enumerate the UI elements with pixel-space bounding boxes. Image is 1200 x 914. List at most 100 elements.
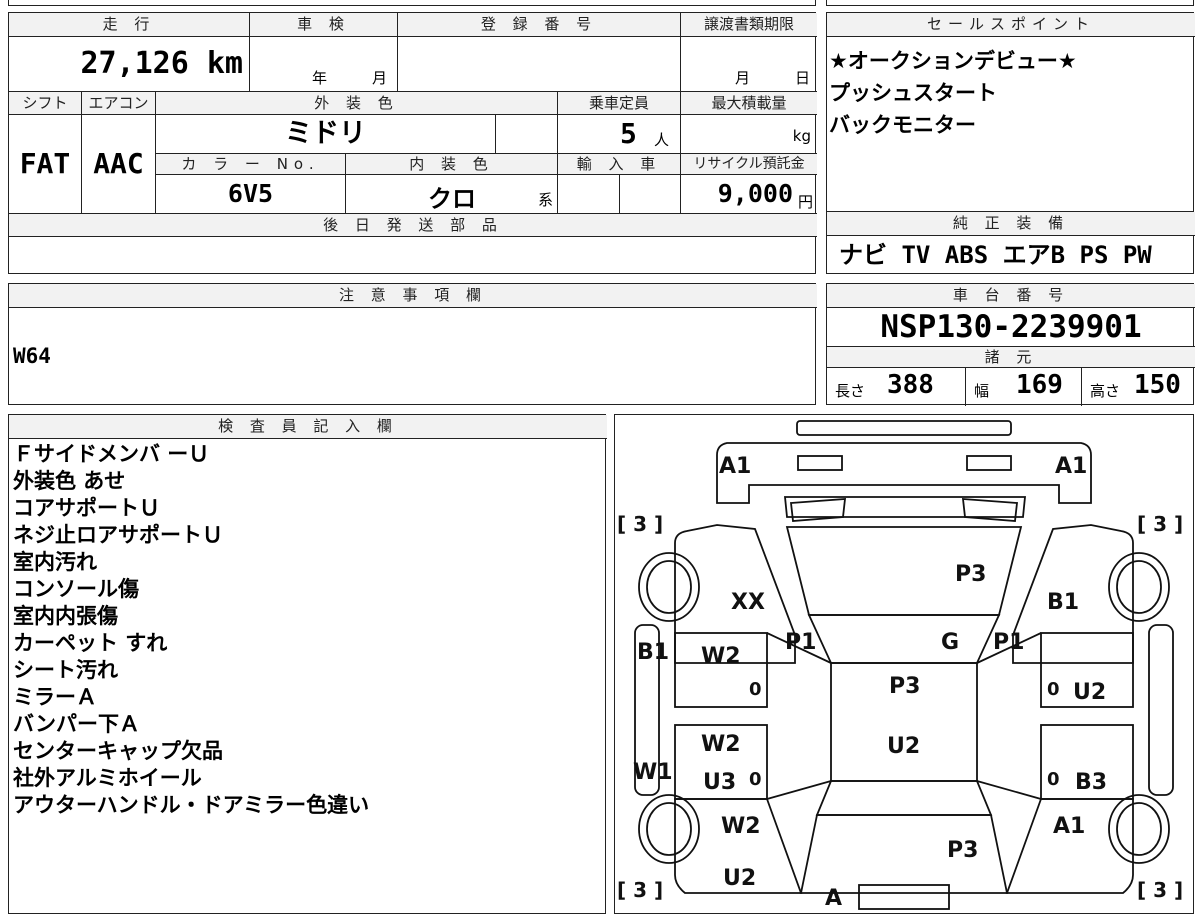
top-stub-right: [826, 0, 1194, 6]
transfer-day: 日: [795, 69, 811, 87]
chassis-box: 車 台 番 号 NSP130-2239901 諸 元 長さ 388 幅 169 …: [826, 283, 1195, 406]
inspector-line: コアサポートＵ: [13, 496, 160, 520]
max-load-header: 最大積載量: [680, 91, 817, 115]
equipment-items: ナビ TV ABS エアB PS PW: [839, 241, 1152, 269]
ac-value: AAC: [81, 115, 155, 213]
transfer-header: 譲渡書類期限: [680, 13, 817, 37]
mark-zero-2: 0: [1047, 679, 1060, 700]
shift-header: シフト: [9, 91, 81, 115]
width-label: 幅: [974, 382, 990, 400]
windshield: [807, 614, 1001, 664]
max-load-value-cell: kg: [680, 115, 817, 153]
shift-value: FAT: [19, 147, 71, 180]
inspector-line: コンソール傷: [13, 577, 139, 601]
equipment-box: 純 正 装 備 ナビ TV ABS エアB PS PW: [826, 212, 1195, 274]
mark-p1-left: P1: [785, 630, 816, 655]
inspector-line: シート汚れ: [13, 658, 118, 682]
sales-header: セールスポイント: [827, 13, 1195, 37]
length-label: 長さ: [835, 382, 866, 400]
front-bumper: [716, 442, 1092, 504]
inspector-list: Ｆサイドメンバ ーＵ 外装色 あせ コアサポートＵ ネジ止ロアサポートＵ 室内汚…: [13, 441, 603, 881]
mark-w2-rear: W2: [721, 814, 761, 839]
height-label: 高さ: [1090, 382, 1121, 400]
notes-text: W64: [13, 344, 51, 368]
import-value-a: [557, 175, 619, 213]
ac-header: エアコン: [81, 91, 155, 115]
ext-color-header: 外 装 色: [155, 91, 557, 115]
mark-b3: B3: [1075, 770, 1107, 795]
wheel-rear-left: [638, 794, 700, 864]
sales-line: プッシュスタート: [829, 81, 997, 105]
mark-w1: W1: [633, 760, 673, 785]
mark-b1-right: B1: [1047, 590, 1079, 615]
chassis-header: 車 台 番 号: [827, 284, 1195, 308]
mark-a1-right: A1: [1055, 454, 1087, 479]
inspector-line: 室内内張傷: [13, 604, 118, 628]
year-unit: 年: [312, 69, 328, 87]
inspector-box: 検 査 員 記 入 欄 Ｆサイドメンバ ーＵ 外装色 あせ コアサポートＵ ネジ…: [8, 414, 607, 914]
height-cell: 高さ 150: [1081, 368, 1195, 406]
inspection-header: 車 検: [249, 13, 397, 37]
color-no-value: 6V5: [155, 175, 345, 213]
width-value: 169: [1016, 370, 1063, 400]
inspector-line: カーペット すれ: [13, 631, 168, 655]
inspector-line: 社外アルミホイール: [13, 766, 202, 790]
headlight-right: [966, 455, 1012, 471]
int-color-value: クロ: [428, 185, 476, 213]
wheel-rear-right: [1108, 794, 1170, 864]
dims-header: 諸 元: [827, 346, 1195, 368]
capacity-unit: 人: [654, 131, 670, 149]
capacity-header: 乗車定員: [557, 91, 680, 115]
mark-u2-center: U2: [887, 734, 920, 759]
mark-w2-fl: W2: [701, 644, 741, 669]
mark-xx: XX: [731, 590, 765, 615]
mark-tread-fr: [ 3 ]: [1137, 512, 1183, 536]
mark-u3: U3: [703, 770, 736, 795]
mark-p3-hood: P3: [955, 562, 986, 587]
ext-color-value-cell: ミドリ: [155, 115, 495, 153]
capacity-value: 5: [620, 117, 637, 150]
sales-list: ★オークションデビュー★ プッシュスタート バックモニター: [829, 45, 1189, 205]
mark-g: G: [941, 630, 959, 655]
ext-color-value: ミドリ: [285, 118, 366, 149]
wheel-front-right: [1108, 552, 1170, 622]
reg-header: 登 録 番 号: [397, 13, 680, 37]
mark-tread-rr: [ 3 ]: [1137, 878, 1183, 902]
import-header: 輸 入 車: [557, 153, 680, 175]
mark-w2-rl: W2: [701, 732, 741, 757]
mark-p3-roof: P3: [889, 674, 920, 699]
recycle-value: 9,000: [717, 179, 793, 208]
mark-p3-trunk: P3: [947, 838, 978, 863]
inspector-line: 室内汚れ: [13, 550, 97, 574]
mark-u2-rear: U2: [723, 866, 756, 891]
color-no-header: カ ラ ー No.: [155, 153, 345, 175]
transfer-value: 月 日: [680, 37, 817, 91]
mark-a1-left: A1: [719, 454, 751, 479]
mark-a1-rear: A1: [1053, 814, 1085, 839]
inspector-line: アウターハンドル・ドアミラー色違い: [13, 793, 370, 817]
rear-bumper: [858, 884, 950, 910]
mark-zero-3: 0: [749, 769, 762, 790]
headlight-left: [797, 455, 843, 471]
recycle-value-cell: 9,000 円: [680, 175, 817, 213]
recycle-unit: 円: [797, 193, 813, 211]
reg-value: [397, 37, 680, 91]
equipment-header: 純 正 装 備: [827, 212, 1195, 236]
mark-zero-1: 0: [749, 679, 762, 700]
inspector-line: センターキャップ欠品: [13, 739, 223, 763]
inspector-line: ネジ止ロアサポートＵ: [13, 523, 223, 547]
capacity-value-cell: 5 人: [557, 115, 680, 153]
car-diagram-box: A1 A1 [ 3 ] [ 3 ] XX P3 B1 B1 W2 P1 G P1…: [614, 414, 1194, 914]
mark-zero-4: 0: [1047, 769, 1060, 790]
recycle-header: リサイクル預託金: [680, 153, 817, 175]
inspector-line: Ｆサイドメンバ ーＵ: [13, 442, 210, 466]
front-bumper-bar: [796, 420, 1012, 436]
inspector-line: 外装色 あせ: [13, 469, 126, 493]
height-value: 150: [1134, 370, 1181, 400]
mark-tread-rl: [ 3 ]: [617, 878, 663, 902]
mileage-header: 走 行: [9, 13, 249, 37]
mark-tread-fl: [ 3 ]: [617, 512, 663, 536]
length-cell: 長さ 388: [827, 368, 965, 406]
sales-points: セールスポイント ★オークションデビュー★ プッシュスタート バックモニター: [826, 12, 1195, 212]
car-diagram: A1 A1 [ 3 ] [ 3 ] XX P3 B1 B1 W2 P1 G P1…: [617, 420, 1183, 911]
